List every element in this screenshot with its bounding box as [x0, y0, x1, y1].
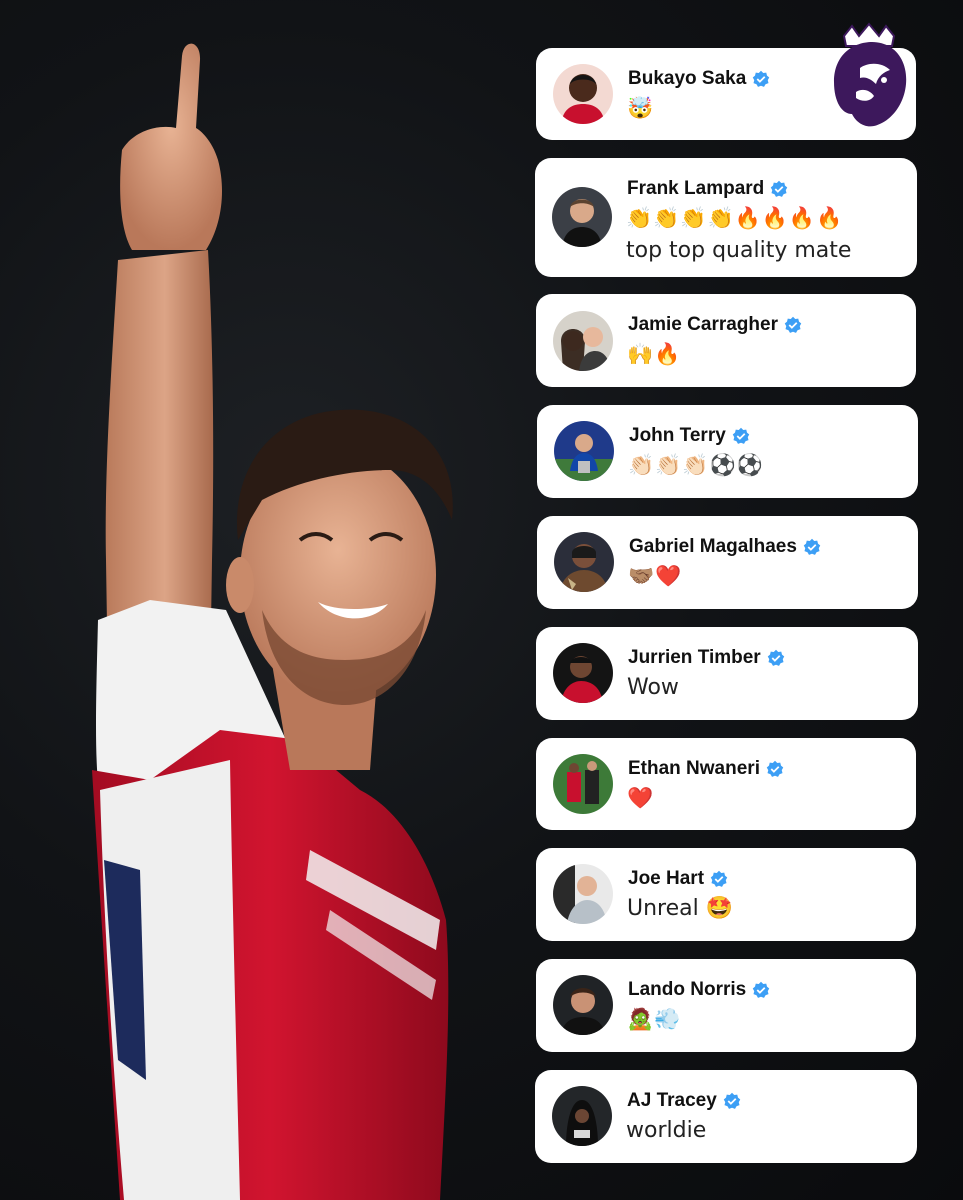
- verified-badge-icon: [771, 180, 788, 197]
- comment-text: 🤝🏽❤️: [628, 564, 683, 588]
- commenter-name-text[interactable]: Jamie Carragher: [628, 314, 778, 336]
- commenter-name[interactable]: Jurrien Timber: [628, 647, 785, 669]
- commenter-name-text[interactable]: Lando Norris: [628, 979, 746, 1001]
- commenter-name[interactable]: Lando Norris: [628, 979, 770, 1001]
- commenter-name-text[interactable]: Gabriel Magalhaes: [629, 536, 797, 558]
- commenter-name[interactable]: John Terry: [629, 425, 750, 447]
- commenter-name-text[interactable]: Jurrien Timber: [628, 647, 761, 669]
- comment-card: Jurrien Timber Wow: [536, 627, 918, 720]
- comment-text: worldie: [626, 1118, 707, 1143]
- comment-emoji: 👏👏👏👏🔥🔥🔥🔥: [626, 206, 844, 230]
- avatar[interactable]: [554, 532, 614, 592]
- commenter-name[interactable]: Frank Lampard: [627, 178, 788, 200]
- comment-card: Frank Lampard 👏👏👏👏🔥🔥🔥🔥 top top quality m…: [535, 158, 917, 277]
- comment-text: Unreal 🤩: [627, 896, 734, 921]
- verified-badge-icon: [803, 538, 821, 555]
- avatar[interactable]: [553, 643, 613, 703]
- comment-card: Joe Hart Unreal 🤩: [536, 848, 916, 941]
- commenter-name-text[interactable]: AJ Tracey: [627, 1090, 717, 1112]
- commenter-name-text[interactable]: Joe Hart: [628, 868, 704, 890]
- commenter-name-text[interactable]: Bukayo Saka: [628, 68, 746, 90]
- comment-card: Lando Norris 🧟💨: [536, 959, 916, 1052]
- comment-text: ❤️: [627, 786, 655, 810]
- commenter-name-text[interactable]: John Terry: [629, 425, 726, 447]
- commenter-name[interactable]: Ethan Nwaneri: [628, 758, 784, 780]
- commenter-name-text[interactable]: Frank Lampard: [627, 178, 764, 200]
- comment-text: Wow: [627, 675, 679, 700]
- commenter-name[interactable]: Bukayo Saka: [628, 68, 770, 90]
- verified-badge-icon: [767, 649, 784, 666]
- comment-text: 🙌🔥: [627, 342, 682, 366]
- verified-badge-icon: [732, 427, 750, 444]
- comment-text: 👏🏻👏🏻👏🏻⚽⚽: [628, 453, 764, 477]
- avatar[interactable]: [552, 1086, 612, 1146]
- avatar[interactable]: [553, 311, 613, 371]
- comment-card: Jamie Carragher 🙌🔥: [536, 294, 916, 387]
- commenter-name-text[interactable]: Ethan Nwaneri: [628, 758, 760, 780]
- comment-text: top top quality mate: [626, 238, 852, 263]
- comment-text: 🧟💨: [627, 1007, 682, 1031]
- comment-text: 🤯: [627, 96, 655, 120]
- comment-card: Ethan Nwaneri ❤️: [536, 738, 916, 830]
- verified-badge-icon: [752, 981, 770, 998]
- verified-badge-icon: [766, 760, 784, 777]
- commenter-name[interactable]: AJ Tracey: [627, 1090, 741, 1112]
- comment-card: John Terry 👏🏻👏🏻👏🏻⚽⚽: [537, 405, 918, 498]
- verified-badge-icon: [710, 870, 728, 887]
- verified-badge-icon: [753, 70, 770, 87]
- comment-card: Gabriel Magalhaes 🤝🏽❤️: [537, 516, 918, 609]
- avatar[interactable]: [553, 754, 613, 814]
- avatar[interactable]: [553, 864, 613, 924]
- avatar[interactable]: [553, 64, 613, 124]
- avatar[interactable]: [553, 975, 613, 1035]
- player-celebration-photo: [92, 43, 453, 1200]
- avatar[interactable]: [554, 421, 614, 481]
- commenter-name[interactable]: Joe Hart: [628, 868, 728, 890]
- premier-league-lion-icon: [834, 22, 907, 127]
- verified-badge-icon: [723, 1092, 741, 1109]
- commenter-name[interactable]: Gabriel Magalhaes: [629, 536, 821, 558]
- avatar[interactable]: [552, 187, 612, 247]
- commenter-name[interactable]: Jamie Carragher: [628, 314, 802, 336]
- post-image: Bukayo Saka 🤯 Frank Lampard 👏👏👏👏🔥🔥🔥🔥 top…: [0, 0, 963, 1200]
- comment-card: AJ Tracey worldie: [535, 1070, 917, 1163]
- verified-badge-icon: [784, 316, 802, 333]
